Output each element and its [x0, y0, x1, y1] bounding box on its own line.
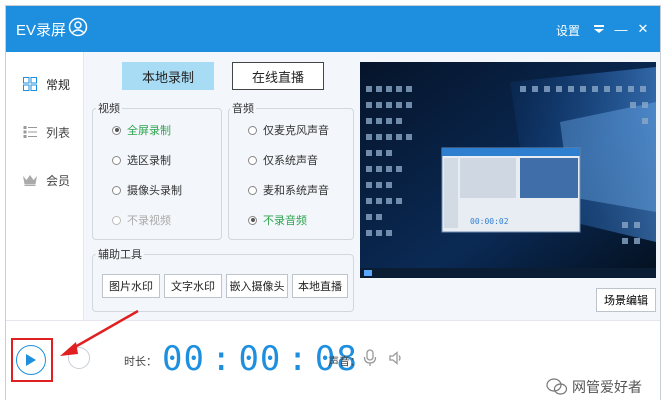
close-button[interactable]: ✕: [634, 20, 652, 38]
wechat-icon: [546, 378, 568, 395]
sidebar-item-member[interactable]: 会员: [6, 158, 83, 202]
radio-dot: [248, 185, 257, 195]
radio-label: 麦和系统声音: [263, 185, 329, 197]
watermark-text: 网管爱好者: [546, 377, 642, 397]
radio-label: 全屏录制: [127, 125, 171, 137]
desktop-preview-image: 00:00:02: [360, 62, 656, 278]
dropdown-menu-icon[interactable]: [590, 20, 608, 38]
sidebar: 常规 列表 会员: [6, 52, 84, 320]
start-record-button[interactable]: [16, 345, 46, 375]
screen-preview: 00:00:02: [360, 62, 656, 278]
settings-button[interactable]: 设置: [556, 22, 580, 39]
duration-label: 时长：: [124, 356, 157, 368]
app-title: EV录屏: [16, 22, 67, 39]
sidebar-item-list[interactable]: 列表: [6, 110, 83, 154]
radio-fullscreen-record[interactable]: 全屏录制: [112, 122, 171, 138]
radio-label: 不录视频: [127, 215, 171, 227]
radio-dot: [112, 185, 121, 195]
radio-dot: [248, 215, 257, 225]
timer-hours: 00: [162, 339, 205, 379]
tools-group-title: 辅助工具: [96, 246, 144, 262]
radio-system-only[interactable]: 仅系统声音: [248, 152, 318, 168]
embed-camera-button[interactable]: 嵌入摄像头: [226, 274, 288, 298]
sidebar-item-general[interactable]: 常规: [6, 62, 83, 106]
microphone-icon[interactable]: [362, 348, 378, 368]
radio-dot: [112, 215, 121, 225]
radio-dot: [112, 125, 121, 135]
radio-no-audio[interactable]: 不录音频: [248, 212, 307, 228]
sidebar-item-label: 列表: [46, 125, 71, 140]
radio-label: 摄像头录制: [127, 185, 182, 197]
sidebar-item-label: 会员: [46, 173, 71, 188]
timer-colon: :: [287, 339, 309, 379]
text-watermark-button[interactable]: 文字水印: [164, 274, 222, 298]
scene-edit-button[interactable]: 场景编辑: [596, 288, 656, 312]
sidebar-item-label: 常规: [46, 77, 71, 92]
radio-camera-record[interactable]: 摄像头录制: [112, 182, 182, 198]
timer-minutes: 00: [238, 339, 282, 379]
app-window: EV录屏 设置 — ✕ 常规 列表 会员 本地录制 在线直播 视频 全屏录制 选…: [5, 5, 661, 400]
minimize-button[interactable]: —: [612, 20, 630, 38]
speaker-icon[interactable]: [388, 348, 404, 368]
radio-label: 仅麦克风声音: [263, 125, 329, 137]
radio-mic-and-system[interactable]: 麦和系统声音: [248, 182, 329, 198]
online-live-button[interactable]: 在线直播: [232, 62, 324, 90]
list-icon: [22, 124, 38, 140]
local-live-button[interactable]: 本地直播: [292, 274, 348, 298]
preview-mini-timer: 00:00:02: [470, 217, 509, 226]
image-watermark-button[interactable]: 图片水印: [102, 274, 160, 298]
user-avatar-icon[interactable]: [68, 17, 88, 37]
audio-label: 声音：: [328, 356, 361, 368]
main-panel: 本地录制 在线直播 视频 全屏录制 选区录制 摄像头录制 不录视频 音频 仅麦克…: [84, 52, 660, 320]
radio-dot: [248, 155, 257, 165]
radio-no-video[interactable]: 不录视频: [112, 212, 171, 228]
crown-icon: [22, 172, 38, 188]
radio-label: 不录音频: [263, 215, 307, 227]
radio-label: 选区录制: [127, 155, 171, 167]
play-icon: [26, 354, 36, 366]
radio-dot: [248, 125, 257, 135]
radio-label: 仅系统声音: [263, 155, 318, 167]
audio-group-title: 音频: [230, 100, 256, 116]
local-record-button[interactable]: 本地录制: [122, 62, 214, 90]
watermark-label: 网管爱好者: [572, 379, 642, 395]
radio-mic-only[interactable]: 仅麦克风声音: [248, 122, 329, 138]
video-group-title: 视频: [96, 100, 122, 116]
radio-region-record[interactable]: 选区录制: [112, 152, 171, 168]
radio-dot: [112, 155, 121, 165]
grid-icon: [22, 76, 38, 92]
bottom-bar: 时长： 00 : 00 : 08 声音： 网管爱好者: [6, 309, 660, 400]
timer-colon: :: [210, 339, 233, 379]
title-bar: EV录屏 设置 — ✕: [6, 6, 660, 52]
